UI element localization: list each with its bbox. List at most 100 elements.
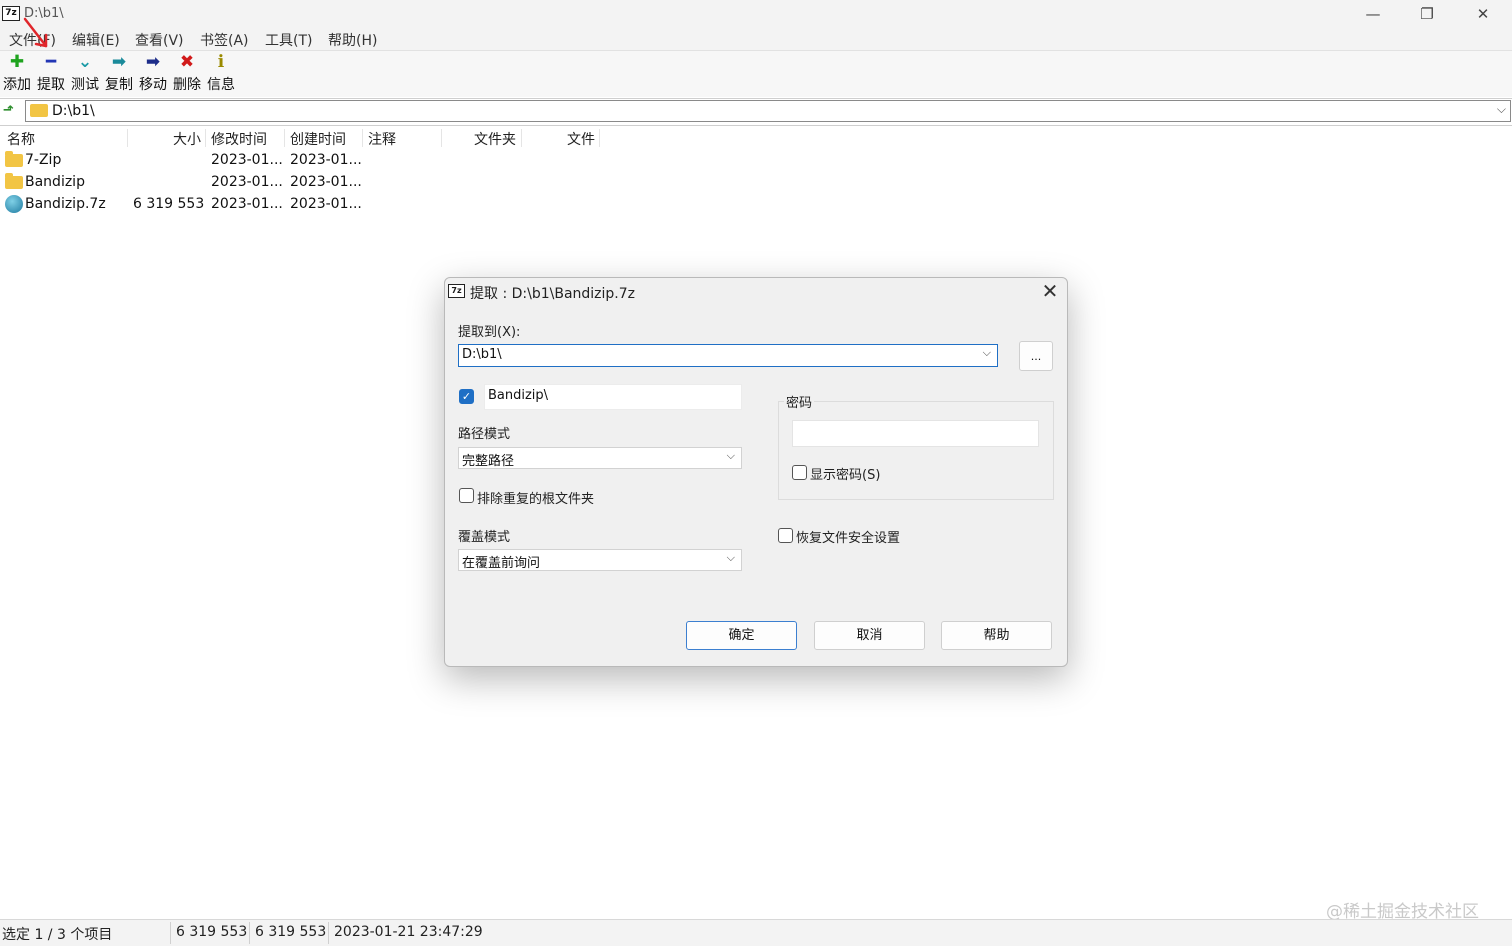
copy-button[interactable]: ➡ 复制 (102, 51, 136, 97)
close-window-button[interactable]: ✕ (1455, 0, 1511, 28)
restore-security-checkbox[interactable] (778, 528, 793, 543)
status-size-packed: 6 319 553 (255, 924, 327, 940)
subfolder-checkbox[interactable]: ✓ (459, 389, 474, 404)
column-folders[interactable]: 文件夹 (474, 129, 516, 149)
menu-view[interactable]: 查看(V) (135, 30, 184, 50)
item-name: Bandizip.7z (25, 196, 106, 212)
add-label: 添加 (3, 77, 31, 93)
help-button[interactable]: 帮助 (941, 621, 1052, 650)
item-size: 6 319 553 (133, 196, 205, 212)
eliminate-root-checkbox[interactable] (459, 488, 474, 503)
column-divider (127, 129, 128, 147)
dialog-title: 提取 : D:\b1\Bandizip.7z (470, 286, 636, 302)
menu-bookmarks[interactable]: 书签(A) (200, 30, 249, 50)
menu-help[interactable]: 帮助(H) (328, 30, 377, 50)
column-divider (599, 129, 600, 147)
info-button[interactable]: ℹ 信息 (204, 51, 238, 97)
path-mode-select[interactable]: 完整路径 ⌵ (458, 447, 742, 469)
extract-to-label: 提取到(X): (458, 325, 521, 340)
list-item[interactable]: Bandizip 2023-01... 2023-01... (0, 171, 370, 193)
item-name: Bandizip (25, 174, 85, 190)
folder-icon (5, 151, 23, 167)
item-name: 7-Zip (25, 152, 62, 168)
column-comment[interactable]: 注释 (368, 129, 396, 149)
menu-tools[interactable]: 工具(T) (265, 30, 312, 50)
restore-button[interactable]: ❐ (1399, 0, 1455, 28)
list-item[interactable]: Bandizip.7z 6 319 553 2023-01... 2023-01… (0, 193, 370, 215)
item-modified: 2023-01... (211, 152, 283, 168)
extract-to-value: D:\b1\ (462, 347, 502, 362)
address-path: D:\b1\ (52, 103, 95, 119)
move-button[interactable]: ➡ 移动 (136, 51, 170, 97)
minus-icon: ━ (45, 52, 57, 72)
delete-label: 删除 (173, 77, 201, 93)
item-created: 2023-01... (290, 152, 362, 168)
column-size[interactable]: 大小 (173, 129, 201, 149)
item-created: 2023-01... (290, 174, 362, 190)
chevron-down-icon: ⌵ (726, 449, 735, 462)
chevron-down-icon: ⌵ (726, 551, 735, 564)
password-group-label: 密码 (784, 392, 815, 411)
status-divider (328, 922, 329, 944)
copy-label: 复制 (105, 77, 133, 93)
folder-icon (5, 173, 23, 189)
show-password-label[interactable]: 显示密码(S) (810, 464, 880, 483)
status-datetime: 2023-01-21 23:47:29 (334, 924, 483, 940)
subfolder-value: Bandizip\ (488, 388, 549, 403)
extract-label: 提取 (37, 77, 65, 93)
column-created[interactable]: 创建时间 (290, 129, 346, 149)
menu-bar: 文件(F) 编辑(E) 查看(V) 书签(A) 工具(T) 帮助(H) (0, 28, 1512, 51)
ok-button[interactable]: 确定 (686, 621, 797, 650)
status-bar: 选定 1 / 3 个项目 6 319 553 6 319 553 2023-01… (0, 919, 1512, 946)
minimize-button[interactable]: — (1345, 0, 1401, 28)
archive-file-icon (5, 195, 23, 213)
column-divider (205, 129, 206, 147)
browse-button[interactable]: ... (1019, 341, 1053, 371)
dialog-title-bar: 7z 提取 : D:\b1\Bandizip.7z ✕ (445, 278, 1067, 305)
extract-to-combobox[interactable]: D:\b1\ ⌵ (458, 344, 998, 367)
app-logo-icon: 7z (2, 6, 20, 21)
column-files[interactable]: 文件 (567, 129, 595, 149)
toolbar: ✚ 添加 ━ 提取 ⌄ 测试 ➡ 复制 ➡ 移动 ✖ 删除 ℹ 信息 (0, 51, 1512, 97)
add-button[interactable]: ✚ 添加 (0, 51, 34, 97)
overwrite-mode-label: 覆盖模式 (458, 530, 511, 545)
extract-button[interactable]: ━ 提取 (34, 51, 68, 97)
column-divider (284, 129, 285, 147)
info-label: 信息 (207, 77, 235, 93)
column-name[interactable]: 名称 (7, 129, 35, 149)
list-item[interactable]: 7-Zip 2023-01... 2023-01... (0, 149, 370, 171)
delete-x-icon: ✖ (179, 52, 195, 72)
column-modified[interactable]: 修改时间 (211, 129, 267, 149)
chevron-down-icon[interactable]: ⌵ (1497, 102, 1506, 117)
address-bar: ⬏ D:\b1\ ⌵ (0, 98, 1512, 126)
dialog-close-button[interactable]: ✕ (1039, 280, 1061, 302)
overwrite-mode-select[interactable]: 在覆盖前询问 ⌵ (458, 549, 742, 571)
cancel-button[interactable]: 取消 (814, 621, 925, 650)
test-label: 测试 (71, 77, 99, 93)
status-selection: 选定 1 / 3 个项目 (2, 927, 113, 943)
status-size-total: 6 319 553 (176, 924, 248, 940)
eliminate-root-label[interactable]: 排除重复的根文件夹 (477, 488, 594, 507)
item-modified: 2023-01... (211, 174, 283, 190)
move-label: 移动 (139, 77, 167, 93)
status-divider (249, 922, 250, 944)
move-arrow-icon: ➡ (145, 52, 161, 72)
plus-icon: ✚ (9, 52, 25, 72)
title-bar: 7z D:\b1\ — ❐ ✕ (0, 0, 1512, 28)
restore-security-label[interactable]: 恢复文件安全设置 (796, 527, 900, 546)
password-input[interactable] (792, 420, 1039, 447)
chevron-down-icon[interactable]: ⌵ (983, 346, 991, 360)
item-modified: 2023-01... (211, 196, 283, 212)
item-created: 2023-01... (290, 196, 362, 212)
address-input[interactable]: D:\b1\ ⌵ (25, 100, 1511, 122)
subfolder-input[interactable]: Bandizip\ (484, 384, 742, 410)
test-button[interactable]: ⌄ 测试 (68, 51, 102, 97)
up-folder-icon[interactable]: ⬏ (3, 103, 17, 119)
column-divider (521, 129, 522, 147)
delete-button[interactable]: ✖ 删除 (170, 51, 204, 97)
check-arrow-icon: ⌄ (77, 52, 93, 72)
menu-edit[interactable]: 编辑(E) (72, 30, 120, 50)
copy-arrow-icon: ➡ (111, 52, 127, 72)
app-logo-icon: 7z (448, 284, 465, 298)
show-password-checkbox[interactable] (792, 465, 807, 480)
